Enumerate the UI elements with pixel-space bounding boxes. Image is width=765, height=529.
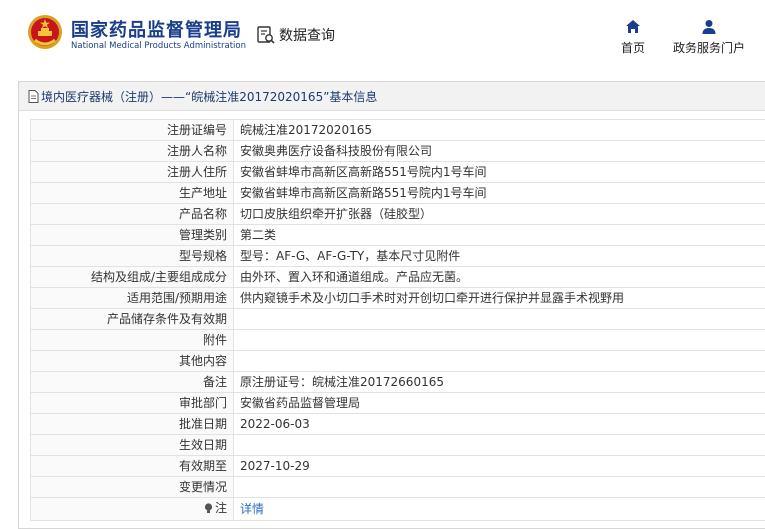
- detail-link[interactable]: 详情: [240, 502, 264, 516]
- field-label: 其他内容: [30, 350, 234, 372]
- field-label: 适用范围/预期用途: [30, 287, 234, 309]
- document-icon: [28, 89, 39, 103]
- table-row: 注册人名称 安徽奥弗医疗设备科技股份有限公司: [30, 140, 765, 162]
- field-label: 审批部门: [30, 392, 234, 414]
- field-label: 变更情况: [30, 476, 234, 498]
- table-row: 注册人住所 安徽省蚌埠市高新区高新路551号院内1号车间: [30, 161, 765, 183]
- field-label: 结构及组成/主要组成成分: [30, 266, 234, 288]
- nav-home[interactable]: 首页: [618, 19, 648, 56]
- table-row: 结构及组成/主要组成成分 由外环、置入环和通道组成。产品应无菌。: [30, 266, 765, 288]
- field-value: 第二类: [233, 224, 765, 246]
- note-key-text: 注: [214, 501, 227, 515]
- field-value: 安徽奥弗医疗设备科技股份有限公司: [233, 140, 765, 162]
- field-value: [233, 350, 765, 372]
- field-value: 供内窥镜手术及小切口手术时对开创切口牵开进行保护并显露手术视野用: [233, 287, 765, 309]
- field-value: 切口皮肤组织牵开扩张器（硅胶型）: [233, 203, 765, 225]
- field-value: 安徽省蚌埠市高新区高新路551号院内1号车间: [233, 161, 765, 183]
- field-label: 产品名称: [30, 203, 234, 225]
- panel-title: 境内医疗器械（注册）——“皖械注准20172020165”基本信息: [41, 89, 378, 104]
- field-label: 备注: [30, 371, 234, 393]
- table-row: 变更情况: [30, 476, 765, 498]
- site-subtitle: National Medical Products Administration: [71, 41, 246, 51]
- note-value-cell: 详情: [233, 497, 765, 521]
- national-emblem-icon[interactable]: [27, 14, 63, 50]
- field-label: 有效期至: [30, 455, 234, 477]
- field-value: [233, 308, 765, 330]
- table-row: 有效期至 2027-10-29: [30, 455, 765, 477]
- field-value: [233, 434, 765, 456]
- table-row: 型号规格 型号：AF-G、AF-G-TY，基本尺寸见附件: [30, 245, 765, 267]
- field-label: 注册人住所: [30, 161, 234, 183]
- device-info-table: 注册证编号 皖械注准20172020165 注册人名称 安徽奥弗医疗设备科技股份有限…: [30, 119, 765, 521]
- nav-service-portal[interactable]: 政务服务门户: [670, 19, 748, 56]
- site-title[interactable]: 国家药品监督管理局: [71, 16, 242, 42]
- field-value: [233, 329, 765, 351]
- note-label: 注: [204, 498, 227, 518]
- field-label: 产品储存条件及有效期: [30, 308, 234, 330]
- table-row: 产品名称 切口皮肤组织牵开扩张器（硅胶型）: [30, 203, 765, 225]
- field-value: 型号：AF-G、AF-G-TY，基本尺寸见附件: [233, 245, 765, 267]
- field-label: 注册人名称: [30, 140, 234, 162]
- panel-title-bar: 境内医疗器械（注册）——“皖械注准20172020165”基本信息: [19, 82, 765, 111]
- table-row: 生产地址 安徽省蚌埠市高新区高新路551号院内1号车间: [30, 182, 765, 204]
- field-value: 原注册证号：皖械注准20172660165: [233, 371, 765, 393]
- field-label: 生产地址: [30, 182, 234, 204]
- table-row: 备注 原注册证号：皖械注准20172660165: [30, 371, 765, 393]
- table-row: 适用范围/预期用途 供内窥镜手术及小切口手术时对开创切口牵开进行保护并显露手术视野…: [30, 287, 765, 309]
- field-value: 2022-06-03: [233, 413, 765, 435]
- field-value: 安徽省药品监督管理局: [233, 392, 765, 414]
- table-row: 注册证编号 皖械注准20172020165: [30, 119, 765, 141]
- nav-portal-label: 政务服务门户: [672, 41, 745, 55]
- field-value: 2027-10-29: [233, 455, 765, 477]
- field-label: 生效日期: [30, 434, 234, 456]
- field-label: 附件: [30, 329, 234, 351]
- field-label: 管理类别: [30, 224, 234, 246]
- table-row: 管理类别 第二类: [30, 224, 765, 246]
- data-search-icon: [257, 26, 275, 44]
- lightbulb-icon: [204, 502, 213, 513]
- site-header: 国家药品监督管理局 National Medical Products Admi…: [0, 0, 765, 70]
- data-query-label: 数据查询: [279, 28, 335, 44]
- home-icon: [626, 20, 640, 33]
- table-row: 其他内容: [30, 350, 765, 372]
- field-label: 注册证编号: [30, 119, 234, 141]
- note-row: 注 详情: [30, 497, 765, 521]
- field-value: 由外环、置入环和通道组成。产品应无菌。: [233, 266, 765, 288]
- device-info-panel: 境内医疗器械（注册）——“皖械注准20172020165”基本信息 注册证编号皖…: [18, 81, 765, 529]
- table-row: 生效日期: [30, 434, 765, 456]
- table-row: 审批部门 安徽省药品监督管理局: [30, 392, 765, 414]
- note-label-cell: 注: [30, 497, 234, 521]
- table-row: 产品储存条件及有效期: [30, 308, 765, 330]
- field-value: [233, 476, 765, 498]
- field-value: 安徽省蚌埠市高新区高新路551号院内1号车间: [233, 182, 765, 204]
- table-row: 附件: [30, 329, 765, 351]
- user-icon: [702, 20, 716, 34]
- field-value: 皖械注准20172020165: [233, 119, 765, 141]
- data-query-link[interactable]: 数据查询: [256, 24, 335, 46]
- table-row: 批准日期 2022-06-03: [30, 413, 765, 435]
- field-label: 批准日期: [30, 413, 234, 435]
- nav-home-label: 首页: [620, 41, 645, 55]
- field-label: 型号规格: [30, 245, 234, 267]
